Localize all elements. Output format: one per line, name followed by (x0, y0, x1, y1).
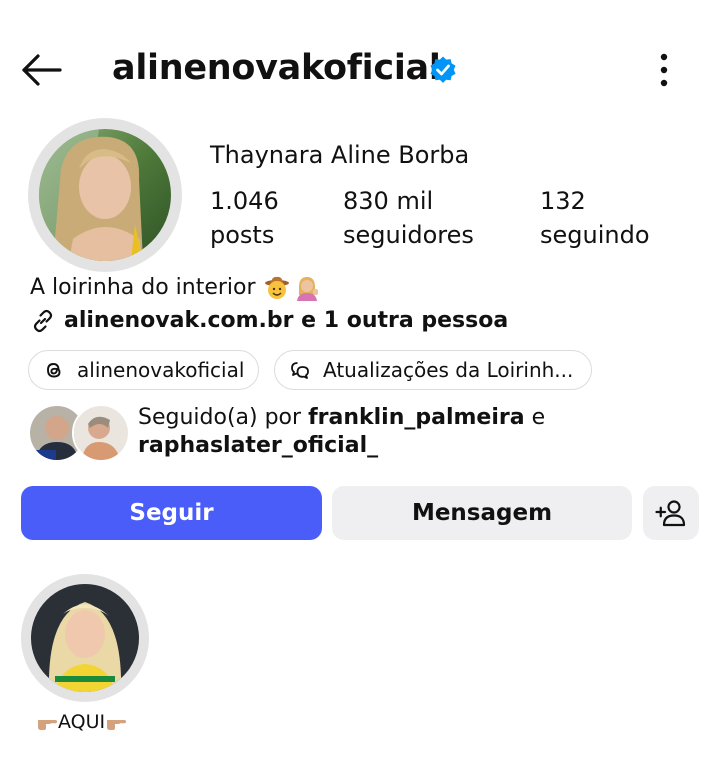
arrow-left-icon (22, 54, 62, 86)
pointing-right-hand-icon (107, 720, 127, 730)
stat-posts-label: posts (210, 221, 275, 249)
followed-by-text[interactable]: Seguido(a) por franklin_palmeira e rapha… (138, 404, 545, 460)
followed-by-user-1[interactable]: franklin_palmeira (308, 405, 525, 430)
profile-link-text: alinenovak.com.br e 1 outra pessoa (64, 308, 509, 333)
stat-followers-value: 830 mil (343, 187, 434, 215)
stat-followers[interactable]: 830 mil seguidores (343, 184, 474, 252)
profile-avatar[interactable] (39, 129, 171, 261)
followed-by-joiner: e (524, 405, 546, 430)
story-highlight-label[interactable]: AQUI (36, 708, 127, 736)
stat-following[interactable]: 132 seguindo (540, 184, 650, 252)
message-button[interactable]: Mensagem (332, 486, 632, 540)
story-highlight-label-text: AQUI (58, 711, 106, 733)
mutual-follower-avatar-2 (72, 404, 130, 462)
threads-chip-label: alinenovakoficial (77, 358, 245, 382)
stat-following-label: seguindo (540, 221, 650, 249)
followed-by-prefix: Seguido(a) por (138, 405, 309, 430)
stat-posts[interactable]: 1.046 posts (210, 184, 279, 252)
followed-by-user-2[interactable]: raphaslater_oficial_ (138, 433, 378, 458)
stat-followers-label: seguidores (343, 221, 474, 249)
suggest-users-button[interactable] (643, 486, 699, 540)
profile-link[interactable]: alinenovak.com.br e 1 outra pessoa (30, 304, 508, 338)
channel-icon (291, 362, 309, 379)
story-highlight-cover[interactable] (31, 584, 139, 692)
stat-posts-value: 1.046 (210, 187, 279, 215)
mutual-followers-avatars[interactable] (28, 404, 130, 462)
threads-chip[interactable]: alinenovakoficial (28, 350, 259, 390)
verified-badge-icon (428, 55, 458, 85)
threads-icon (47, 363, 61, 378)
profile-username: alinenovakoficial (112, 48, 441, 88)
profile-display-name: Thaynara Aline Borba (210, 141, 470, 169)
link-icon (33, 309, 53, 333)
pointing-right-hand-icon (38, 720, 57, 730)
woman-tipping-hand-emoji-icon (294, 275, 320, 301)
broadcast-channel-chip-label: Atualizações da Loirinh... (323, 358, 574, 382)
bio-text: A loirinha do interior (30, 275, 256, 300)
broadcast-channel-chip[interactable]: Atualizações da Loirinh... (274, 350, 592, 390)
stat-following-value: 132 (540, 187, 586, 215)
more-vertical-icon (660, 53, 668, 87)
profile-bio: A loirinha do interior (30, 272, 320, 304)
cowboy-face-emoji-icon (264, 275, 290, 301)
more-options-button[interactable] (648, 48, 680, 92)
back-button[interactable] (18, 48, 66, 92)
follow-button[interactable]: Seguir (21, 486, 322, 540)
person-add-icon (655, 500, 686, 527)
